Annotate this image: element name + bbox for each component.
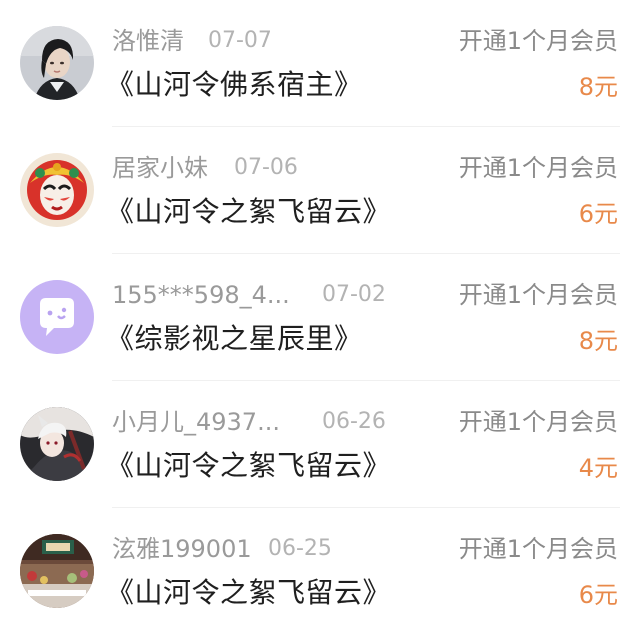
opera-mask-avatar-icon[interactable] [20,153,94,227]
purchase-date: 07-07 [208,28,272,53]
book-title[interactable]: 《山河令之絮飞留云》 [106,447,391,485]
purchase-action: 开通1个月会员 [458,154,618,182]
purchase-date: 07-02 [322,282,386,307]
username: 洛惟清 [112,27,184,55]
purchase-action: 开通1个月会员 [458,281,618,309]
book-title[interactable]: 《综影视之星辰里》 [106,320,363,358]
book-title[interactable]: 《山河令之絮飞留云》 [106,574,391,612]
username: 泫雅199001 [112,535,252,563]
purchase-date: 06-26 [322,409,386,434]
book-title[interactable]: 《山河令佛系宿主》 [106,66,363,104]
list-item[interactable]: 居家小妹 07-06 《山河令之絮飞留云》 开通1个月会员 6元 [0,127,640,254]
username: 155***598_4... [112,281,290,309]
purchase-date: 06-25 [268,536,332,561]
price-amount: 8元 [578,73,618,101]
portrait-avatar-icon[interactable] [20,26,94,100]
price-amount: 6元 [578,200,618,228]
list-item[interactable]: 泫雅199001 06-25 《山河令之絮飞留云》 开通1个月会员 6元 [0,508,640,635]
anime-character-avatar-icon[interactable] [20,407,94,481]
list-item[interactable]: 155***598_4... 07-02 《综影视之星辰里》 开通1个月会员 8… [0,254,640,381]
price-amount: 8元 [578,327,618,355]
purchase-action: 开通1个月会员 [458,27,618,55]
username: 居家小妹 [112,154,208,182]
price-amount: 4元 [578,454,618,482]
book-title[interactable]: 《山河令之絮飞留云》 [106,193,391,231]
list-item[interactable]: 洛惟清 07-07 《山河令佛系宿主》 开通1个月会员 8元 [0,0,640,127]
price-amount: 6元 [578,581,618,609]
chat-bubble-avatar-icon[interactable] [20,280,94,354]
purchase-action: 开通1个月会员 [458,535,618,563]
list-item[interactable]: 小月儿_4937... 06-26 《山河令之絮飞留云》 开通1个月会员 4元 [0,381,640,508]
purchase-date: 07-06 [234,155,298,180]
membership-purchase-list: 洛惟清 07-07 《山河令佛系宿主》 开通1个月会员 8元 居家小妹 07-0… [0,0,640,641]
username: 小月儿_4937... [112,408,280,436]
purchase-action: 开通1个月会员 [458,408,618,436]
photo-scene-avatar-icon[interactable] [20,534,94,608]
